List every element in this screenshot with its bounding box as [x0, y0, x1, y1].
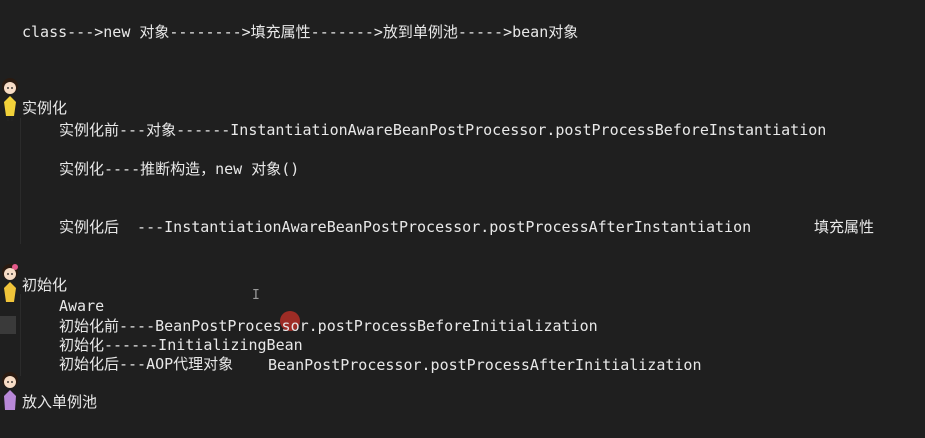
- indent-guide: [20, 294, 21, 376]
- text-cursor-icon: I: [252, 288, 260, 303]
- after-initialization-method: BeanPostProcessor.postProcessAfterInitia…: [268, 356, 702, 374]
- editor-canvas[interactable]: class--->new 对象-------->填充属性------->放到单例…: [0, 0, 925, 438]
- fill-properties-label: 填充属性: [814, 218, 875, 236]
- put-singleton-pool-heading: 放入单例池: [22, 393, 98, 411]
- cartoon-girl-avatar-icon: [2, 78, 18, 121]
- initializing-bean-line: 初始化------InitializingBean: [59, 336, 303, 354]
- after-instantiation-line: 实例化后 ---InstantiationAwareBeanPostProces…: [59, 218, 752, 236]
- flow-line: class--->new 对象-------->填充属性------->放到单例…: [22, 23, 579, 41]
- line-marker: [0, 316, 16, 334]
- cartoon-girl-avatar-icon: [2, 264, 18, 302]
- aware-line: Aware: [59, 297, 105, 315]
- instantiation-line: 实例化----推断构造，new 对象(): [59, 160, 300, 178]
- instantiation-heading: 实例化: [22, 99, 68, 117]
- before-instantiation-line: 实例化前---对象------InstantiationAwareBeanPos…: [59, 121, 827, 139]
- cartoon-girl-avatar-icon: [2, 372, 18, 410]
- after-initialization-prefix: 初始化后---AOP代理对象: [59, 355, 234, 373]
- before-initialization-line: 初始化前----BeanPostProcessor.postProcessBef…: [59, 317, 598, 335]
- initialization-heading: 初始化: [22, 276, 68, 294]
- indent-guide: [20, 118, 21, 244]
